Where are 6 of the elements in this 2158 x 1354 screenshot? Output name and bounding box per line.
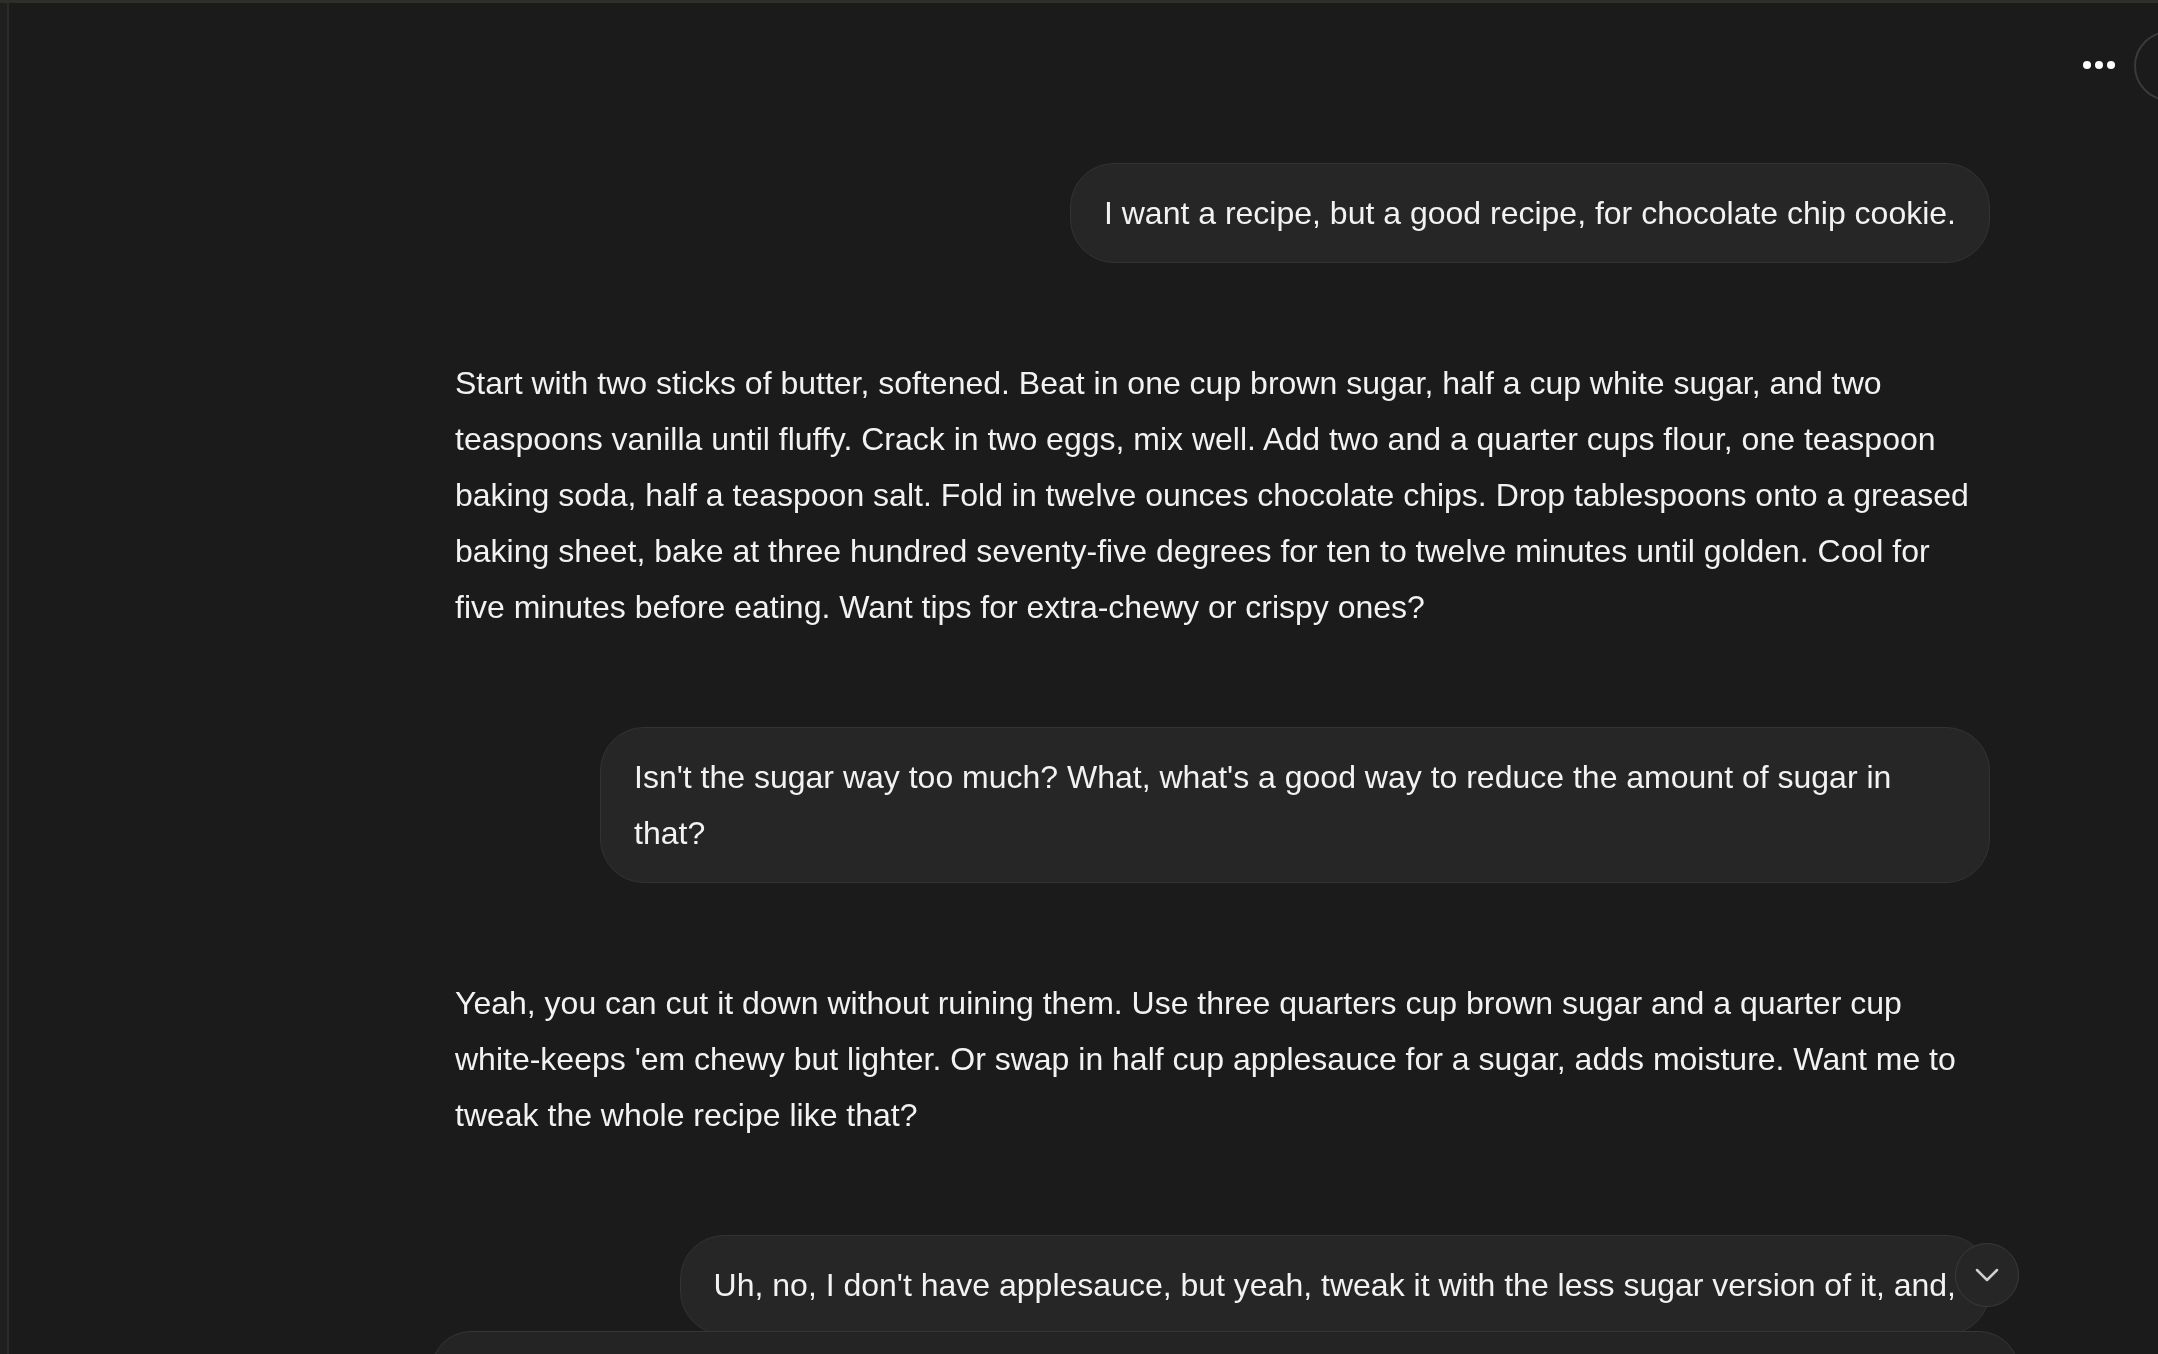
more-options-icon[interactable]: [2083, 61, 2115, 69]
assistant-message: Yeah, you can cut it down without ruining them. Use three quarters cup brown sugar and a quarter cup white-keeps 'em chewy but lighter. Or swap in half cup applesauce for a sugar, adds moisture. Want me to tweak the whole recipe like that?: [455, 984, 1957, 1135]
assistant-message: Start with two sticks of butter, softened. Beat in one cup brown sugar, half a cup white sugar, and two teaspoons vanilla until fluffy. Crack in two eggs, mix well. Add two and a quarter cups flour, one teaspoon baking soda, half a teaspoon salt. Fold in twelve ounces chocolate chips. Drop tablespoons onto a greased baking sheet, bake at three hundred seventy-five degrees for ten to twelve minutes until golden. Cool for five minutes before eating. Want tips for extra-chewy or crispy ones?: [455, 364, 1970, 627]
user-message-bubble: I want a recipe, but a good recipe, for chocolate chip cookie.: [1069, 163, 1990, 263]
chevron-down-icon: [1974, 1267, 2000, 1283]
user-message-bubble: Isn't the sugar way too much? What, what's a good way to reduce the amount of sugar in that?: [600, 727, 1990, 883]
